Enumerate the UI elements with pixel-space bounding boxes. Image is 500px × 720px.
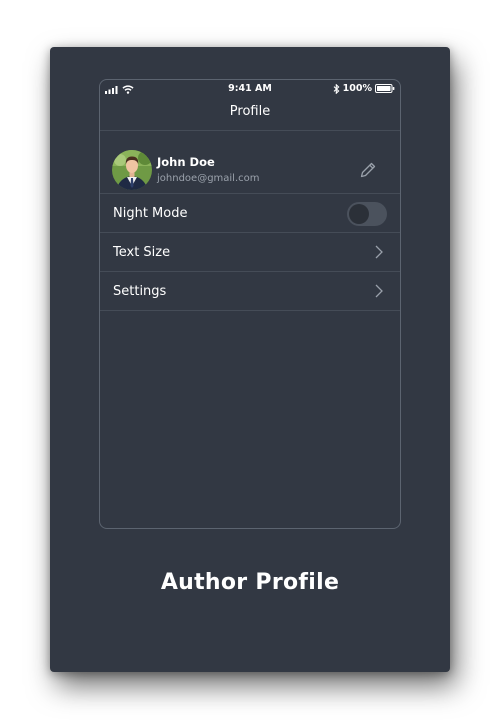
mockup-card: 9:41 AM 100% Profile John Doe johndoe@gm…	[50, 47, 450, 672]
chevron-right-icon	[375, 245, 383, 259]
battery-icon	[375, 84, 395, 93]
night-mode-label: Night Mode	[113, 206, 188, 221]
settings-row[interactable]: Settings	[100, 272, 400, 311]
user-name: John Doe	[157, 155, 215, 169]
chevron-right-icon	[375, 284, 383, 298]
status-bar: 9:41 AM 100%	[100, 80, 400, 98]
avatar[interactable]	[112, 150, 152, 190]
text-size-row[interactable]: Text Size	[100, 233, 400, 272]
edit-profile-button[interactable]	[358, 160, 378, 180]
battery-percent: 100%	[342, 83, 372, 94]
settings-label: Settings	[113, 284, 167, 299]
avatar-photo	[112, 150, 152, 190]
text-size-label: Text Size	[113, 245, 171, 260]
toggle-knob	[349, 204, 369, 224]
status-right: 100%	[333, 83, 395, 94]
phone-screen: 9:41 AM 100% Profile John Doe johndoe@gm…	[99, 79, 401, 529]
pencil-icon	[360, 162, 376, 178]
caption-title: Author Profile	[160, 570, 340, 595]
page-title: Profile	[100, 98, 400, 131]
profile-header: John Doe johndoe@gmail.com	[100, 131, 400, 194]
night-mode-toggle[interactable]	[347, 202, 387, 226]
bluetooth-icon	[333, 83, 340, 94]
user-email: johndoe@gmail.com	[157, 173, 260, 184]
night-mode-row: Night Mode	[100, 194, 400, 233]
